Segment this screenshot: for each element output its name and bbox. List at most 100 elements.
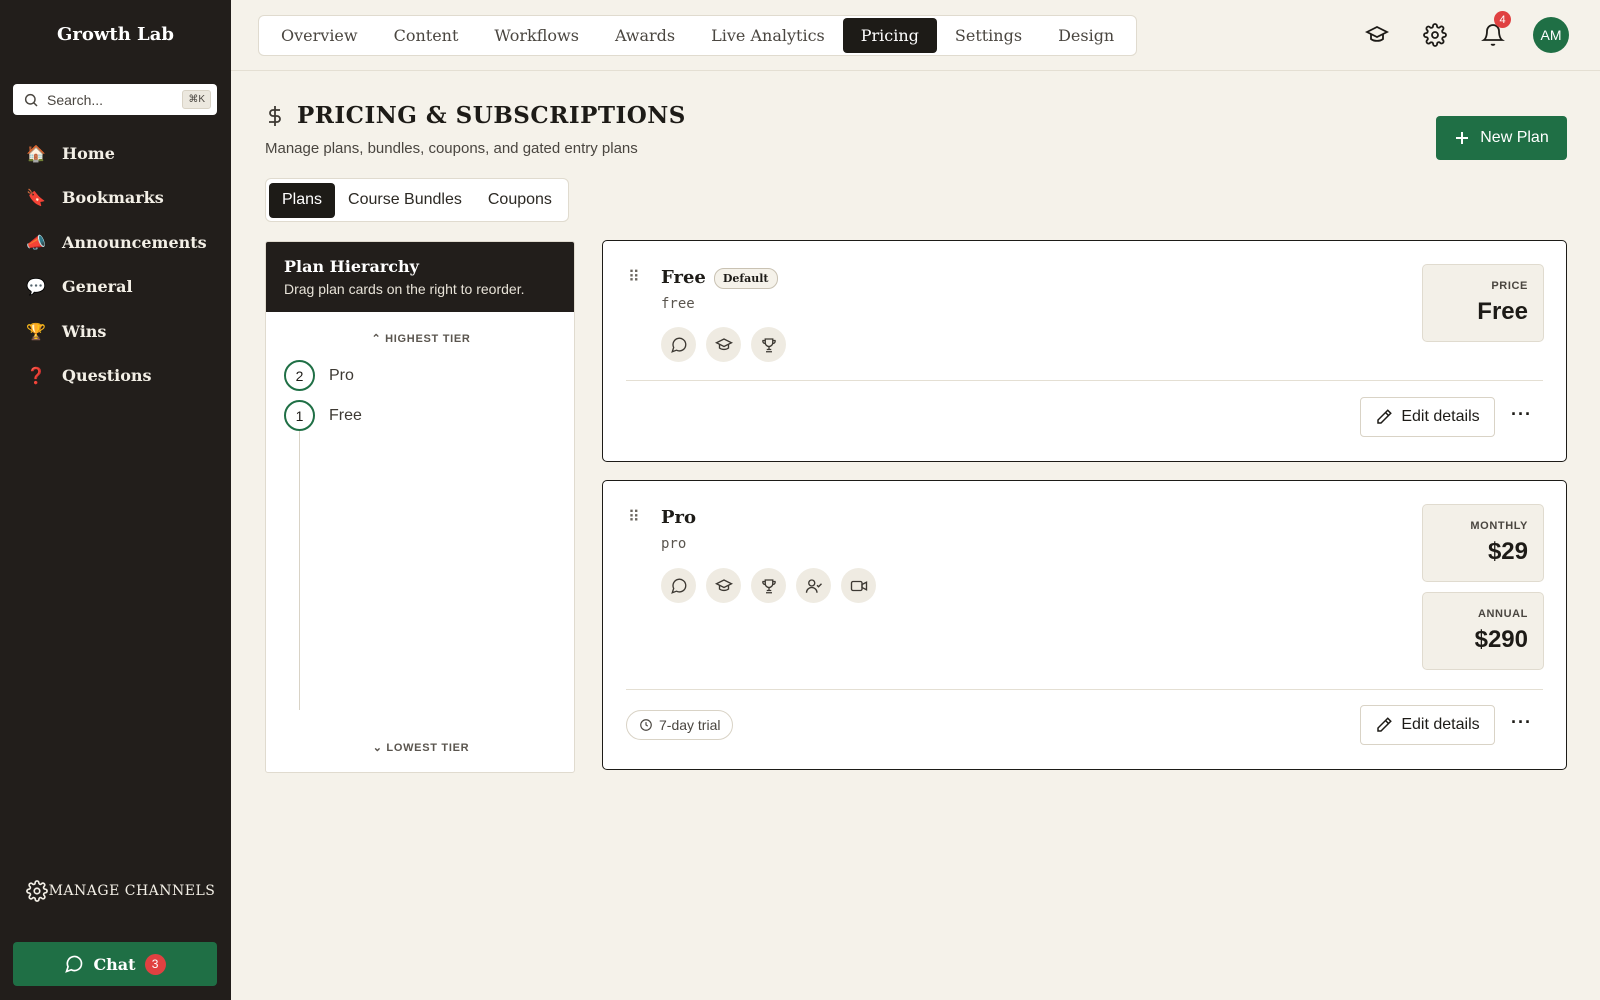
megaphone-icon: 📣 — [26, 232, 46, 252]
plan-hierarchy-header: Plan Hierarchy Drag plan cards on the ri… — [266, 242, 574, 312]
brand-name: Growth Lab — [57, 24, 174, 45]
card-divider — [626, 380, 1543, 381]
monthly-price-box: MONTHLY $29 — [1422, 504, 1544, 582]
tab-settings[interactable]: Settings — [937, 18, 1040, 53]
tab-plans[interactable]: Plans — [269, 182, 336, 218]
tab-design[interactable]: Design — [1040, 18, 1132, 53]
price-box: PRICE Free — [1422, 264, 1544, 342]
new-plan-button[interactable]: New Plan — [1436, 116, 1567, 160]
courses-button[interactable] — [1359, 17, 1395, 53]
price-label: PRICE — [1491, 280, 1528, 292]
dollar-icon — [269, 105, 281, 126]
tier-name: Free — [329, 406, 362, 424]
edit-details-button[interactable]: Edit details — [1360, 397, 1495, 437]
tab-workflows[interactable]: Workflows — [476, 18, 597, 53]
pencil-icon — [1377, 409, 1393, 424]
edit-details-label: Edit details — [1401, 716, 1480, 733]
tab-live-analytics[interactable]: Live Analytics — [693, 18, 843, 53]
price-label: MONTHLY — [1470, 520, 1528, 532]
plan-card-free[interactable]: ⠿ Free Default free PRICE Free Edit detai… — [602, 240, 1567, 462]
sidebar-item-bookmarks[interactable]: 🔖 Bookmarks — [0, 176, 231, 221]
manage-channels-button[interactable]: MANAGE CHANNELS — [26, 880, 216, 902]
main-tabs: Overview Content Workflows Awards Live A… — [258, 15, 1138, 56]
notifications-button[interactable]: 4 — [1475, 11, 1511, 53]
graduation-cap-icon — [1365, 25, 1389, 42]
tab-overview[interactable]: Overview — [263, 18, 376, 53]
speech-bubble-icon: 💬 — [26, 277, 46, 297]
sidebar-item-wins[interactable]: 🏆 Wins — [0, 309, 231, 354]
plan-slug: pro — [661, 536, 687, 552]
tab-course-bundles[interactable]: Course Bundles — [335, 183, 475, 218]
user-check-icon — [796, 568, 831, 603]
sidebar-item-label: Bookmarks — [62, 188, 164, 208]
chat-button[interactable]: Chat 3 — [13, 942, 217, 986]
plan-name-text: Free — [661, 267, 706, 288]
price-value: $290 — [1474, 626, 1528, 653]
sidebar: Growth Lab Search... ⌘K 🏠 Home 🔖 Bookmarks… — [0, 0, 231, 1000]
price-value: Free — [1477, 298, 1528, 325]
search-input[interactable]: Search... ⌘K — [13, 84, 217, 115]
more-options-icon[interactable]: ··· — [1511, 404, 1532, 425]
plan-slug: free — [661, 296, 695, 312]
trophy-icon — [751, 568, 786, 603]
plan-hierarchy-title: Plan Hierarchy — [284, 257, 419, 276]
plus-icon — [1456, 132, 1469, 144]
trial-badge: 7-day trial — [626, 710, 734, 740]
video-icon — [841, 568, 876, 603]
top-actions: 4 AM — [1359, 11, 1569, 53]
sidebar-item-label: Wins — [62, 321, 107, 341]
tier-item-pro[interactable]: 2 Pro — [284, 360, 354, 391]
bookmark-icon: 🔖 — [26, 188, 46, 208]
chevron-up-icon: ⌃ — [371, 333, 386, 345]
edit-details-button[interactable]: Edit details — [1360, 705, 1495, 745]
manage-channels-label: MANAGE CHANNELS — [48, 883, 216, 899]
graduation-cap-icon — [706, 568, 741, 603]
tab-awards[interactable]: Awards — [597, 18, 693, 53]
sidebar-item-home[interactable]: 🏠 Home — [0, 131, 231, 176]
graduation-cap-icon — [706, 327, 741, 362]
plan-features — [661, 327, 786, 362]
top-bar: Overview Content Workflows Awards Live A… — [231, 0, 1600, 71]
chat-count-badge: 3 — [144, 953, 166, 975]
settings-button[interactable] — [1417, 17, 1453, 53]
sidebar-item-questions[interactable]: ❓ Questions — [0, 354, 231, 399]
gear-icon — [26, 880, 48, 902]
sidebar-item-label: General — [62, 277, 133, 297]
tab-pricing[interactable]: Pricing — [842, 18, 937, 53]
plan-hierarchy-panel: Plan Hierarchy Drag plan cards on the ri… — [265, 241, 575, 773]
tier-item-free[interactable]: 1 Free — [284, 400, 362, 431]
page-title: PRICING & SUBSCRIPTIONS — [297, 102, 686, 129]
edit-details-label: Edit details — [1401, 408, 1480, 425]
avatar[interactable]: AM — [1533, 17, 1569, 53]
plan-hierarchy-subtitle: Drag plan cards on the right to reorder. — [284, 281, 525, 297]
sidebar-item-announcements[interactable]: 📣 Announcements — [0, 220, 231, 265]
search-shortcut: ⌘K — [182, 90, 211, 109]
channel-nav: 🏠 Home 🔖 Bookmarks 📣 Announcements 💬 General… — [0, 131, 231, 398]
tier-rank: 2 — [284, 360, 315, 391]
tab-content[interactable]: Content — [376, 18, 477, 53]
tier-name: Pro — [329, 366, 354, 384]
home-icon: 🏠 — [26, 143, 46, 163]
chat-icon — [65, 955, 83, 973]
sidebar-item-label: Announcements — [62, 232, 207, 252]
more-options-icon[interactable]: ··· — [1511, 712, 1532, 733]
sidebar-item-label: Questions — [62, 366, 152, 386]
plan-name: Pro — [661, 507, 697, 528]
tab-coupons[interactable]: Coupons — [475, 183, 565, 218]
search-icon — [24, 93, 38, 107]
pencil-icon — [1377, 717, 1393, 732]
question-mark-icon: ❓ — [26, 366, 46, 386]
clock-icon — [640, 719, 652, 731]
chevron-down-icon: ⌄ — [372, 742, 387, 754]
drag-handle-icon[interactable]: ⠿ — [628, 507, 640, 527]
trophy-icon: 🏆 — [26, 321, 46, 341]
chat-icon — [661, 568, 696, 603]
search-placeholder: Search... — [47, 91, 104, 108]
default-badge: Default — [713, 267, 778, 289]
page-subtitle: Manage plans, bundles, coupons, and gate… — [265, 140, 638, 157]
plan-card-pro[interactable]: ⠿ Pro pro MONTHLY $29 ANNUAL $290 7-day … — [602, 480, 1567, 770]
pricing-subtabs: Plans Course Bundles Coupons — [265, 178, 569, 222]
sidebar-item-general[interactable]: 💬 General — [0, 265, 231, 310]
price-label: ANNUAL — [1477, 608, 1528, 620]
drag-handle-icon[interactable]: ⠿ — [628, 267, 640, 287]
